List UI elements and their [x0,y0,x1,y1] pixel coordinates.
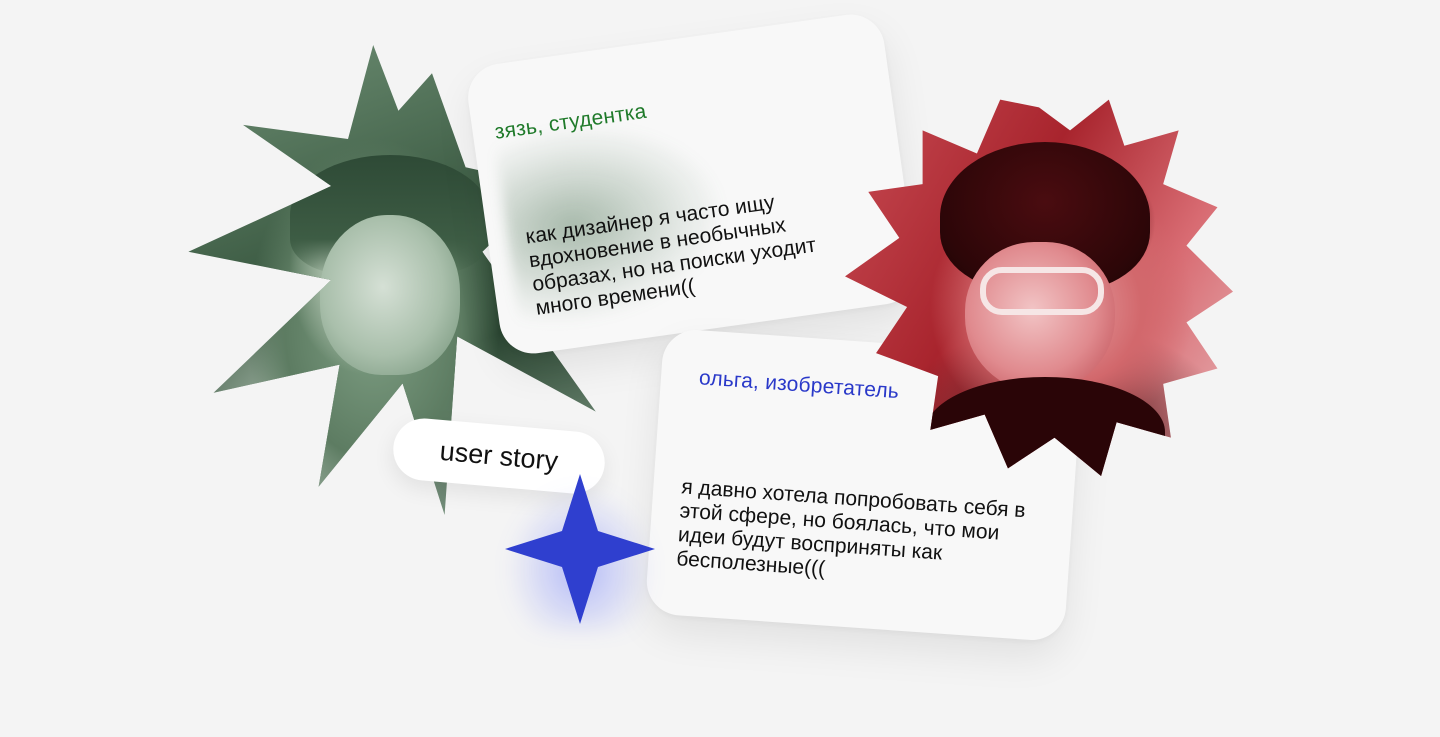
story-card-1: зязь, студентка как дизайнер я часто ищу… [463,10,921,358]
portrait-face [965,242,1115,392]
story-quote: я давно хотела попробовать себя в этой с… [675,475,1027,581]
story-author: ольга, изобретатель [698,366,900,404]
portrait-glasses [980,267,1104,315]
portrait-face [320,215,460,375]
user-story-label: user story [438,435,560,476]
